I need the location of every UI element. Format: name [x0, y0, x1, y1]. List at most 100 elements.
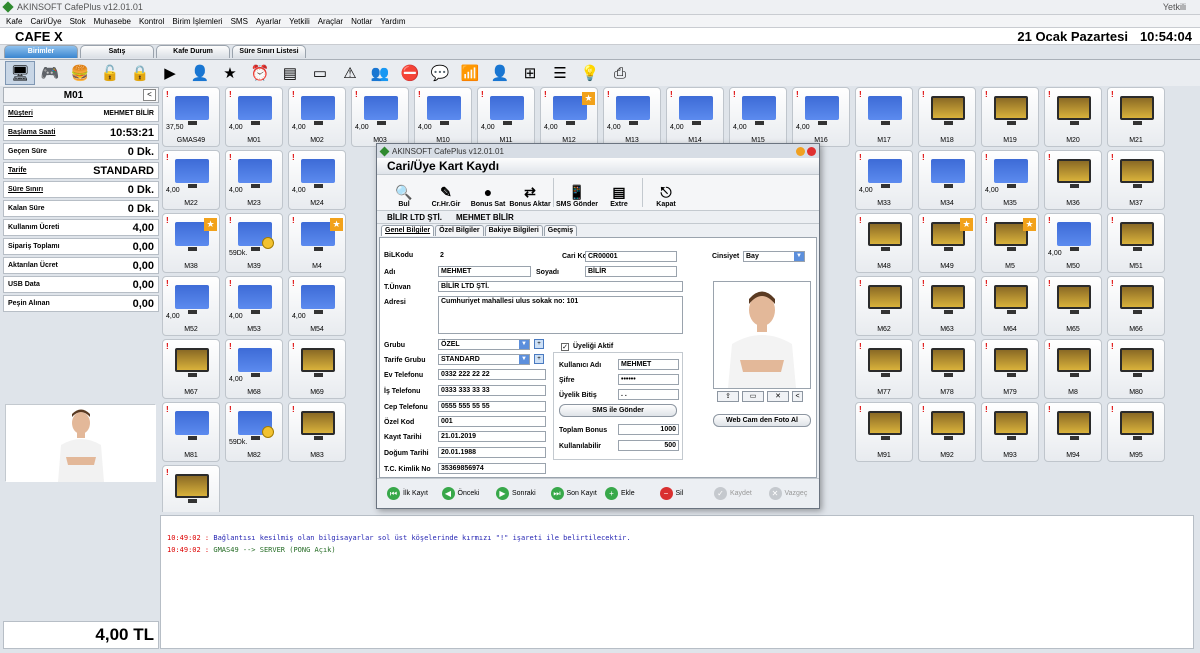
unit-tile[interactable]: ! M66	[1107, 276, 1165, 336]
unit-tile[interactable]: ! ★ M49	[918, 213, 976, 273]
tab-0[interactable]: Birimler	[4, 45, 78, 58]
unit-tile[interactable]: ! 4,00 M22	[162, 150, 220, 210]
photo-load-button[interactable]: ⇪	[717, 391, 739, 402]
unit-tile[interactable]: ! M8	[1044, 339, 1102, 399]
menu-item[interactable]: Ayarlar	[256, 17, 281, 26]
stop-icon[interactable]: ⛔	[395, 61, 425, 85]
unit-tile[interactable]: ! 4,00 M50	[1044, 213, 1102, 273]
tool-exit[interactable]: ⎋ Kapat	[645, 175, 687, 210]
unit-tile[interactable]: ! 59Dk. M82	[225, 402, 283, 462]
printer-icon[interactable]: ⎙	[605, 61, 635, 85]
unit-tile[interactable]: ! M51	[1107, 213, 1165, 273]
unit-tile[interactable]: ! M92	[918, 402, 976, 462]
nav-last-button[interactable]: ⏭ Son Kayıt	[550, 487, 602, 500]
unit-tile[interactable]: ! 4,00 M16	[792, 87, 850, 147]
unit-tile[interactable]: ! ★ M5	[981, 213, 1039, 273]
menu-item[interactable]: Kontrol	[139, 17, 164, 26]
lock-icon[interactable]: 🔒	[125, 61, 155, 85]
nav-cancel-button[interactable]: ✕ Vazgeç	[768, 487, 820, 500]
tool-edit[interactable]: ✎ Cr.Hr.Gir	[425, 175, 467, 210]
unit-tile[interactable]: ! M34	[918, 150, 976, 210]
unit-tile[interactable]: ! M93	[981, 402, 1039, 462]
tab-1[interactable]: Satış	[80, 45, 154, 58]
unit-tile[interactable]: ! M19	[981, 87, 1039, 147]
info-row[interactable]: Müşteri MEHMET BİLİR	[3, 105, 159, 122]
menu-item[interactable]: Cari/Üye	[30, 17, 61, 26]
unit-tile[interactable]: ! M80	[1107, 339, 1165, 399]
menu-item[interactable]: Yardım	[380, 17, 405, 26]
work-phone-field[interactable]: 0333 333 33 33	[438, 385, 546, 396]
photo-collapse-button[interactable]: <	[792, 391, 803, 402]
menu-item[interactable]: Stok	[70, 17, 86, 26]
nav-first-button[interactable]: ⏮ İlk Kayıt	[387, 487, 438, 500]
menu-item[interactable]: Yetkili	[289, 17, 310, 26]
birth-date-field[interactable]: 20.01.1988	[438, 447, 546, 458]
close-icon[interactable]	[807, 146, 816, 156]
users-icon[interactable]: 👥	[365, 61, 395, 85]
star-icon[interactable]: ★	[215, 61, 245, 85]
lock-open-icon[interactable]: 🔓	[95, 61, 125, 85]
mobile-phone-field[interactable]: 0555 555 55 55	[438, 401, 546, 412]
chevron-down-icon[interactable]: ▼	[519, 340, 529, 349]
membership-end-field[interactable]: . .	[618, 389, 679, 400]
membership-active-checkbox[interactable]: ✓	[561, 343, 569, 351]
unit-tile[interactable]: ! M78	[918, 339, 976, 399]
cari-kodu-field[interactable]: CR00001	[585, 251, 677, 262]
monitor-icon[interactable]: 🖥	[5, 61, 35, 85]
menu-item[interactable]: Notlar	[351, 17, 372, 26]
nav-prev-button[interactable]: ◀ Önceki	[441, 487, 493, 500]
unit-tile[interactable]: ! M65	[1044, 276, 1102, 336]
list-icon[interactable]: ☰	[545, 61, 575, 85]
unit-tile[interactable]: ! M81	[162, 402, 220, 462]
collapse-button[interactable]: <	[143, 89, 156, 101]
unit-tile[interactable]: ! 4,00 M33	[855, 150, 913, 210]
home-phone-field[interactable]: 0332 222 22 22	[438, 369, 546, 380]
play-icon[interactable]: ▶	[155, 61, 185, 85]
surname-field[interactable]: BİLİR	[585, 266, 677, 277]
group-select[interactable]: ÖZEL ▼	[438, 339, 530, 350]
unit-tile[interactable]: ! 37,50 GMAS49	[162, 87, 220, 147]
sms-send-button[interactable]: SMS ile Gönder	[559, 404, 677, 417]
gamepad-icon[interactable]: 🎮	[35, 61, 65, 85]
nav-save-button[interactable]: ✓ Kaydet	[714, 487, 765, 500]
unit-tile[interactable]: ! 4,00 M35	[981, 150, 1039, 210]
username-field[interactable]: MEHMET	[618, 359, 679, 370]
unit-tile[interactable]: ! 4,00 M14	[666, 87, 724, 147]
register-date-field[interactable]: 21.01.2019	[438, 431, 546, 442]
unit-tile[interactable]: ! M18	[918, 87, 976, 147]
address-field[interactable]: Cumhuriyet mahallesi ulus sokak no: 101	[438, 296, 683, 334]
tool-transfer[interactable]: ⇄ Bonus Aktar	[509, 175, 551, 210]
group-add-button[interactable]: +	[534, 339, 544, 349]
dialog-tab-0[interactable]: Genel Bilgiler	[381, 225, 435, 236]
special-code-field[interactable]: 001	[438, 416, 546, 427]
unit-tile[interactable]: ! 4,00 ★ M12	[540, 87, 598, 147]
unit-tile[interactable]: ! 4,00 M13	[603, 87, 661, 147]
unit-tile[interactable]: ! 4,00 M53	[225, 276, 283, 336]
tariff-add-button[interactable]: +	[534, 354, 544, 364]
name-field[interactable]: MEHMET	[438, 266, 531, 277]
menu-item[interactable]: Muhasebe	[94, 17, 131, 26]
nav-delete-button[interactable]: − Sil	[659, 487, 711, 500]
dialog-tab-2[interactable]: Bakiye Bilgileri	[484, 225, 543, 236]
burger-icon[interactable]: 🍔	[65, 61, 95, 85]
menu-item[interactable]: Kafe	[6, 17, 22, 26]
menu-item[interactable]: Araçlar	[318, 17, 343, 26]
unit-tile[interactable]: ! M69	[288, 339, 346, 399]
unit-tile[interactable]: ! M83	[288, 402, 346, 462]
unit-tile[interactable]: ! M91	[855, 402, 913, 462]
unit-tile[interactable]: ! 4,00 M15	[729, 87, 787, 147]
unit-tile[interactable]: ! ★ M38	[162, 213, 220, 273]
unit-tile[interactable]: ! 4,00 M68	[225, 339, 283, 399]
unit-tile[interactable]: ! M37	[1107, 150, 1165, 210]
unit-tile[interactable]: ! M62	[855, 276, 913, 336]
photo-delete-button[interactable]: ✕	[767, 391, 789, 402]
chevron-down-icon[interactable]: ▼	[794, 252, 804, 261]
unit-tile[interactable]: ! M17	[855, 87, 913, 147]
minimize-icon[interactable]	[796, 146, 805, 156]
unit-tile[interactable]: ! 4,00 M11	[477, 87, 535, 147]
unit-tile[interactable]: ! 4,00 M02	[288, 87, 346, 147]
unit-tile[interactable]: ! M95	[1107, 402, 1165, 462]
unit-tile[interactable]: ! 4,00 M52	[162, 276, 220, 336]
dialog-tab-3[interactable]: Geçmiş	[543, 225, 578, 236]
unit-tile[interactable]: ! 4,00 M54	[288, 276, 346, 336]
